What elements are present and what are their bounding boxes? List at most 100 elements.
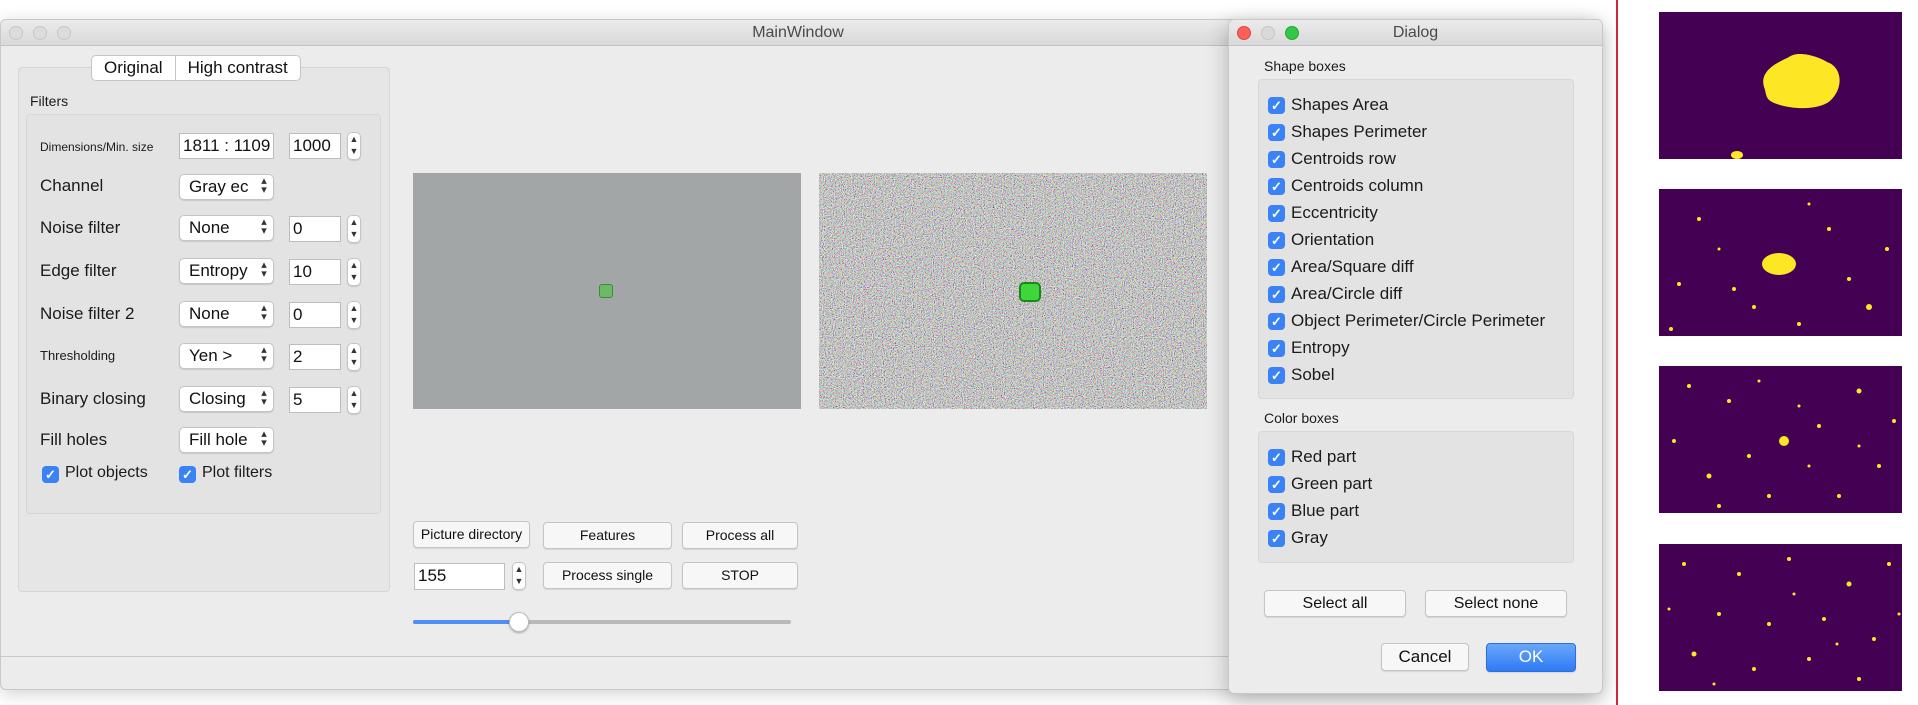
shape-boxes-title: Shape boxes — [1264, 58, 1346, 74]
checkbox[interactable]: ✓ — [1268, 367, 1285, 384]
dialog-titlebar: Dialog — [1229, 20, 1602, 46]
checkbox[interactable]: ✓ — [1268, 178, 1285, 195]
select-none-button[interactable]: Select none — [1425, 590, 1567, 617]
noise-filter-2-value: None — [189, 304, 230, 323]
checkbox-label: Orientation — [1291, 230, 1375, 249]
dialog-title: Dialog — [1392, 24, 1439, 41]
image-index-field[interactable]: 155 — [414, 563, 505, 590]
original-image — [413, 173, 801, 409]
close-icon[interactable] — [9, 26, 23, 40]
thumbnail-mask — [1731, 54, 1840, 159]
checkbox-label: Entropy — [1291, 338, 1350, 357]
slider-handle[interactable] — [508, 612, 529, 632]
checkbox-label: Centroids column — [1291, 176, 1424, 195]
checkbox[interactable]: ✓ — [1268, 503, 1285, 520]
checkbox-label: Blue part — [1291, 501, 1360, 520]
chevron-updown-icon: ▴ ▾ — [257, 260, 271, 281]
thresholding-stepper[interactable]: ▲ ▼ — [347, 343, 361, 371]
binary-closing-select[interactable]: Closing ▴ ▾ — [179, 386, 274, 412]
zoom-icon[interactable] — [57, 26, 71, 40]
thumbnail-mask — [1667, 557, 1901, 686]
min-size-stepper[interactable]: ▲ ▼ — [347, 132, 361, 160]
picture-directory-button[interactable]: Picture directory — [413, 521, 530, 548]
tab-high-contrast[interactable]: High contrast — [174, 56, 300, 80]
minimize-icon[interactable] — [33, 26, 47, 40]
checkbox[interactable]: ✓ — [1268, 151, 1285, 168]
edge-filter-stepper[interactable]: ▲ ▼ — [347, 258, 361, 286]
image-slider[interactable] — [413, 612, 791, 632]
thresholding-param[interactable]: 2 — [289, 344, 341, 370]
noise-filter-select[interactable]: None ▴ ▾ — [179, 215, 274, 241]
dialog-window: Dialog Shape boxes Color boxes Select al… — [1228, 19, 1603, 694]
select-all-button[interactable]: Select all — [1264, 590, 1406, 617]
checkbox[interactable]: ✓ — [1268, 449, 1285, 466]
features-button[interactable]: Features — [543, 522, 672, 549]
noise-filter-2-stepper[interactable]: ▲ ▼ — [347, 301, 361, 329]
view-tabs: Original High contrast — [91, 55, 301, 81]
edge-filter-param[interactable]: 10 — [289, 259, 341, 285]
slider-fill — [413, 620, 519, 624]
ok-button[interactable]: OK — [1486, 643, 1576, 672]
binary-closing-stepper[interactable]: ▲ ▼ — [347, 386, 361, 414]
dimensions-label: Dimensions/Min. size — [40, 140, 154, 154]
checkbox-label: Object Perimeter/Circle Perimeter — [1291, 311, 1546, 330]
fill-holes-select[interactable]: Fill hole ▴ ▾ — [179, 427, 274, 453]
plot-filters-checkbox[interactable]: ✓ — [179, 466, 196, 483]
close-icon[interactable] — [1237, 26, 1251, 40]
high-contrast-image — [819, 173, 1207, 409]
binary-closing-value: Closing — [189, 389, 246, 408]
channel-value: Gray ec — [189, 177, 249, 196]
checkbox[interactable]: ✓ — [1268, 97, 1285, 114]
noise-filter-param[interactable]: 0 — [289, 216, 341, 242]
checkbox[interactable]: ✓ — [1268, 205, 1285, 222]
color-boxes-title: Color boxes — [1264, 410, 1339, 426]
stop-button[interactable]: STOP — [682, 562, 798, 589]
plot-filters-label: Plot filters — [202, 464, 273, 481]
tab-original[interactable]: Original — [92, 56, 175, 80]
result-thumbnail — [1659, 366, 1902, 513]
checkbox[interactable]: ✓ — [1268, 340, 1285, 357]
process-all-button[interactable]: Process all — [682, 522, 798, 549]
plot-objects-label: Plot objects — [65, 464, 148, 481]
screen: MainWindow Original High contrast Filter… — [0, 0, 1918, 705]
chevron-updown-icon: ▴ ▾ — [257, 176, 271, 197]
checkbox[interactable]: ✓ — [1268, 530, 1285, 547]
channel-select[interactable]: Gray ec ▴ ▾ — [179, 174, 274, 200]
thumbnail-mask — [1669, 202, 1889, 331]
checkbox[interactable]: ✓ — [1268, 313, 1285, 330]
checkbox[interactable]: ✓ — [1268, 124, 1285, 141]
noise-filter-2-param[interactable]: 0 — [289, 302, 341, 328]
noise-filter-2-select[interactable]: None ▴ ▾ — [179, 301, 274, 327]
edge-filter-select[interactable]: Entropy ▴ ▾ — [179, 258, 274, 284]
dimensions-field[interactable]: 1811 : 1109 — [179, 133, 274, 159]
checkbox[interactable]: ✓ — [1268, 259, 1285, 276]
image-index-stepper[interactable]: ▲ ▼ — [512, 562, 526, 590]
checkbox[interactable]: ✓ — [1268, 286, 1285, 303]
status-bar-divider — [1, 656, 1231, 657]
filters-title: Filters — [30, 93, 69, 109]
plot-objects-checkbox[interactable]: ✓ — [42, 466, 59, 483]
edge-filter-label: Edge filter — [40, 261, 117, 280]
zoom-icon[interactable] — [1285, 26, 1299, 40]
noise-filter-2-label: Noise filter 2 — [40, 304, 135, 323]
window-title: MainWindow — [752, 24, 844, 41]
fill-holes-value: Fill hole — [189, 430, 248, 449]
binary-closing-param[interactable]: 5 — [289, 387, 341, 413]
minimize-icon[interactable] — [1261, 26, 1275, 40]
min-size-field[interactable]: 1000 — [289, 133, 341, 159]
checkbox-label: Shapes Area — [1291, 95, 1389, 114]
process-single-button[interactable]: Process single — [543, 562, 672, 589]
checkbox[interactable]: ✓ — [1268, 476, 1285, 493]
chevron-updown-icon: ▴ ▾ — [257, 388, 271, 409]
noise-filter-stepper[interactable]: ▲ ▼ — [347, 215, 361, 243]
cancel-button[interactable]: Cancel — [1381, 643, 1469, 671]
thresholding-select[interactable]: Yen > ▴ ▾ — [179, 343, 274, 369]
fill-holes-label: Fill holes — [40, 430, 108, 449]
edge-filter-value: Entropy — [189, 261, 248, 280]
detected-object-marker — [1019, 282, 1041, 302]
result-thumbnail — [1659, 12, 1902, 159]
checkbox[interactable]: ✓ — [1268, 232, 1285, 249]
thresholding-value: Yen > — [189, 346, 233, 365]
checkbox-label: Sobel — [1291, 365, 1335, 384]
detected-object-marker — [599, 284, 613, 298]
